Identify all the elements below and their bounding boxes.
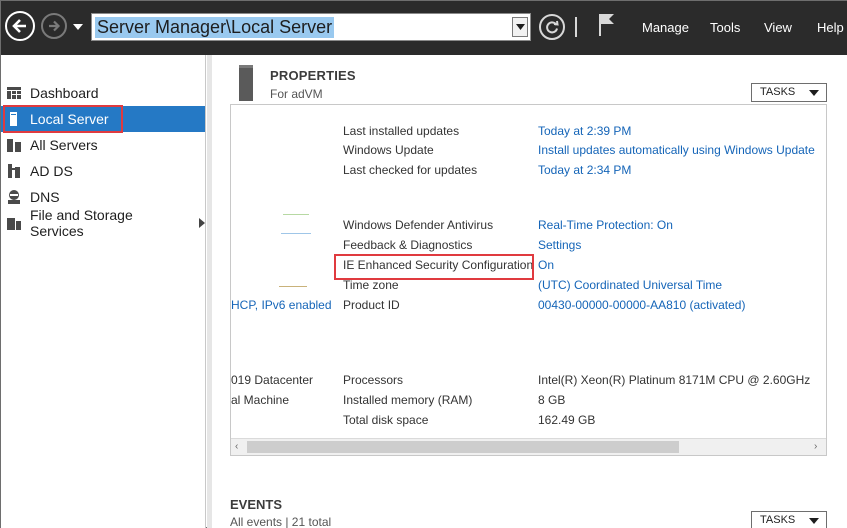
chevron-down-icon bbox=[809, 90, 819, 96]
expand-arrow-icon[interactable] bbox=[199, 218, 205, 228]
property-label: Last installed updates bbox=[343, 124, 460, 138]
ie-esc-highlight bbox=[334, 254, 534, 280]
scrollbar-thumb[interactable] bbox=[247, 441, 679, 453]
sidebar-item-ad-ds[interactable]: AD DS bbox=[1, 158, 205, 184]
sidebar-item-dashboard[interactable]: Dashboard bbox=[1, 80, 205, 106]
forward-arrow-icon bbox=[49, 20, 61, 32]
toolbar-separator bbox=[575, 17, 577, 37]
address-bar[interactable]: Server Manager\Local Server bbox=[91, 13, 531, 41]
sidebar-item-all-servers[interactable]: All Servers bbox=[1, 132, 205, 158]
property-value-link[interactable]: Install updates automatically using Wind… bbox=[538, 143, 815, 157]
pane-splitter[interactable] bbox=[207, 55, 212, 528]
events-title: EVENTS bbox=[230, 497, 283, 512]
chevron-down-icon bbox=[809, 518, 819, 524]
property-value-link[interactable]: Today at 2:34 PM bbox=[538, 163, 631, 177]
address-text[interactable]: Server Manager\Local Server bbox=[95, 17, 335, 38]
sidebar-item-label: Dashboard bbox=[30, 85, 99, 101]
events-tasks-button[interactable]: TASKS bbox=[751, 511, 827, 528]
os-version-fragment: 019 Datacenter bbox=[231, 373, 314, 387]
menu-help[interactable]: Help bbox=[817, 20, 844, 35]
property-label: Windows Update bbox=[343, 143, 434, 157]
dashboard-icon bbox=[6, 85, 22, 101]
property-value-link[interactable]: (UTC) Coordinated Universal Time bbox=[538, 278, 722, 292]
history-dropdown-icon[interactable] bbox=[71, 21, 85, 33]
menu-tools[interactable]: Tools bbox=[710, 20, 740, 35]
menu-view[interactable]: View bbox=[764, 20, 792, 35]
back-button[interactable] bbox=[5, 11, 35, 41]
property-label: Product ID bbox=[343, 298, 400, 312]
tasks-label: TASKS bbox=[760, 86, 796, 98]
notifications-flag-icon[interactable] bbox=[597, 12, 617, 38]
properties-title: PROPERTIES bbox=[270, 68, 356, 83]
property-value: 162.49 GB bbox=[538, 413, 596, 427]
properties-tasks-button[interactable]: TASKS bbox=[751, 83, 827, 102]
forward-button[interactable] bbox=[41, 13, 67, 39]
render-artifact bbox=[279, 286, 307, 287]
property-label: Last checked for updates bbox=[343, 163, 478, 177]
properties-subtitle: For adVM bbox=[270, 87, 323, 101]
property-label: Installed memory (RAM) bbox=[343, 393, 473, 407]
property-value: 8 GB bbox=[538, 393, 566, 407]
horizontal-scrollbar[interactable]: ‹ › bbox=[231, 438, 826, 455]
address-dropdown-button[interactable] bbox=[512, 17, 528, 37]
network-info-fragment[interactable]: HCP, IPv6 enabled bbox=[231, 298, 332, 312]
servers-icon bbox=[6, 137, 22, 153]
scroll-right-icon[interactable]: › bbox=[814, 442, 824, 452]
sidebar-item-file-storage[interactable]: File and Storage Services bbox=[1, 207, 205, 239]
property-label: Feedback & Diagnostics bbox=[343, 238, 473, 252]
events-subtitle: All events | 21 total bbox=[230, 515, 332, 528]
sidebar-item-label: AD DS bbox=[30, 163, 73, 179]
menu-manage[interactable]: Manage bbox=[642, 20, 689, 35]
render-artifact bbox=[281, 233, 311, 234]
tasks-label: TASKS bbox=[760, 514, 796, 526]
property-label: Total disk space bbox=[343, 413, 429, 427]
local-server-highlight bbox=[3, 105, 123, 133]
ie-esc-value-link[interactable]: On bbox=[538, 258, 554, 272]
refresh-icon bbox=[546, 20, 559, 34]
back-arrow-icon bbox=[12, 19, 26, 33]
title-bar: Server Manager\Local Server Manage Tools… bbox=[1, 1, 847, 55]
sidebar-item-label: All Servers bbox=[30, 137, 98, 153]
property-label: Time zone bbox=[343, 278, 399, 292]
property-label: Windows Defender Antivirus bbox=[343, 218, 494, 232]
property-label: Processors bbox=[343, 373, 404, 387]
scroll-left-icon[interactable]: ‹ bbox=[235, 442, 245, 452]
properties-server-icon bbox=[239, 65, 253, 101]
chevron-down-icon bbox=[515, 24, 525, 30]
property-value: Intel(R) Xeon(R) Platinum 8171M CPU @ 2.… bbox=[538, 373, 811, 387]
dns-icon bbox=[6, 189, 22, 205]
ad-ds-icon bbox=[6, 163, 22, 179]
storage-icon bbox=[6, 215, 22, 231]
refresh-button[interactable] bbox=[539, 14, 565, 40]
hardware-fragment: al Machine bbox=[231, 393, 290, 407]
property-value-link[interactable]: Today at 2:39 PM bbox=[538, 124, 631, 138]
property-value-link[interactable]: Settings bbox=[538, 238, 581, 252]
sidebar-item-label: File and Storage Services bbox=[30, 207, 133, 239]
property-value-link[interactable]: Real-Time Protection: On bbox=[538, 218, 673, 232]
render-artifact bbox=[283, 214, 309, 215]
sidebar-item-label: DNS bbox=[30, 189, 60, 205]
property-value-link[interactable]: 00430-00000-00000-AA810 (activated) bbox=[538, 298, 745, 312]
